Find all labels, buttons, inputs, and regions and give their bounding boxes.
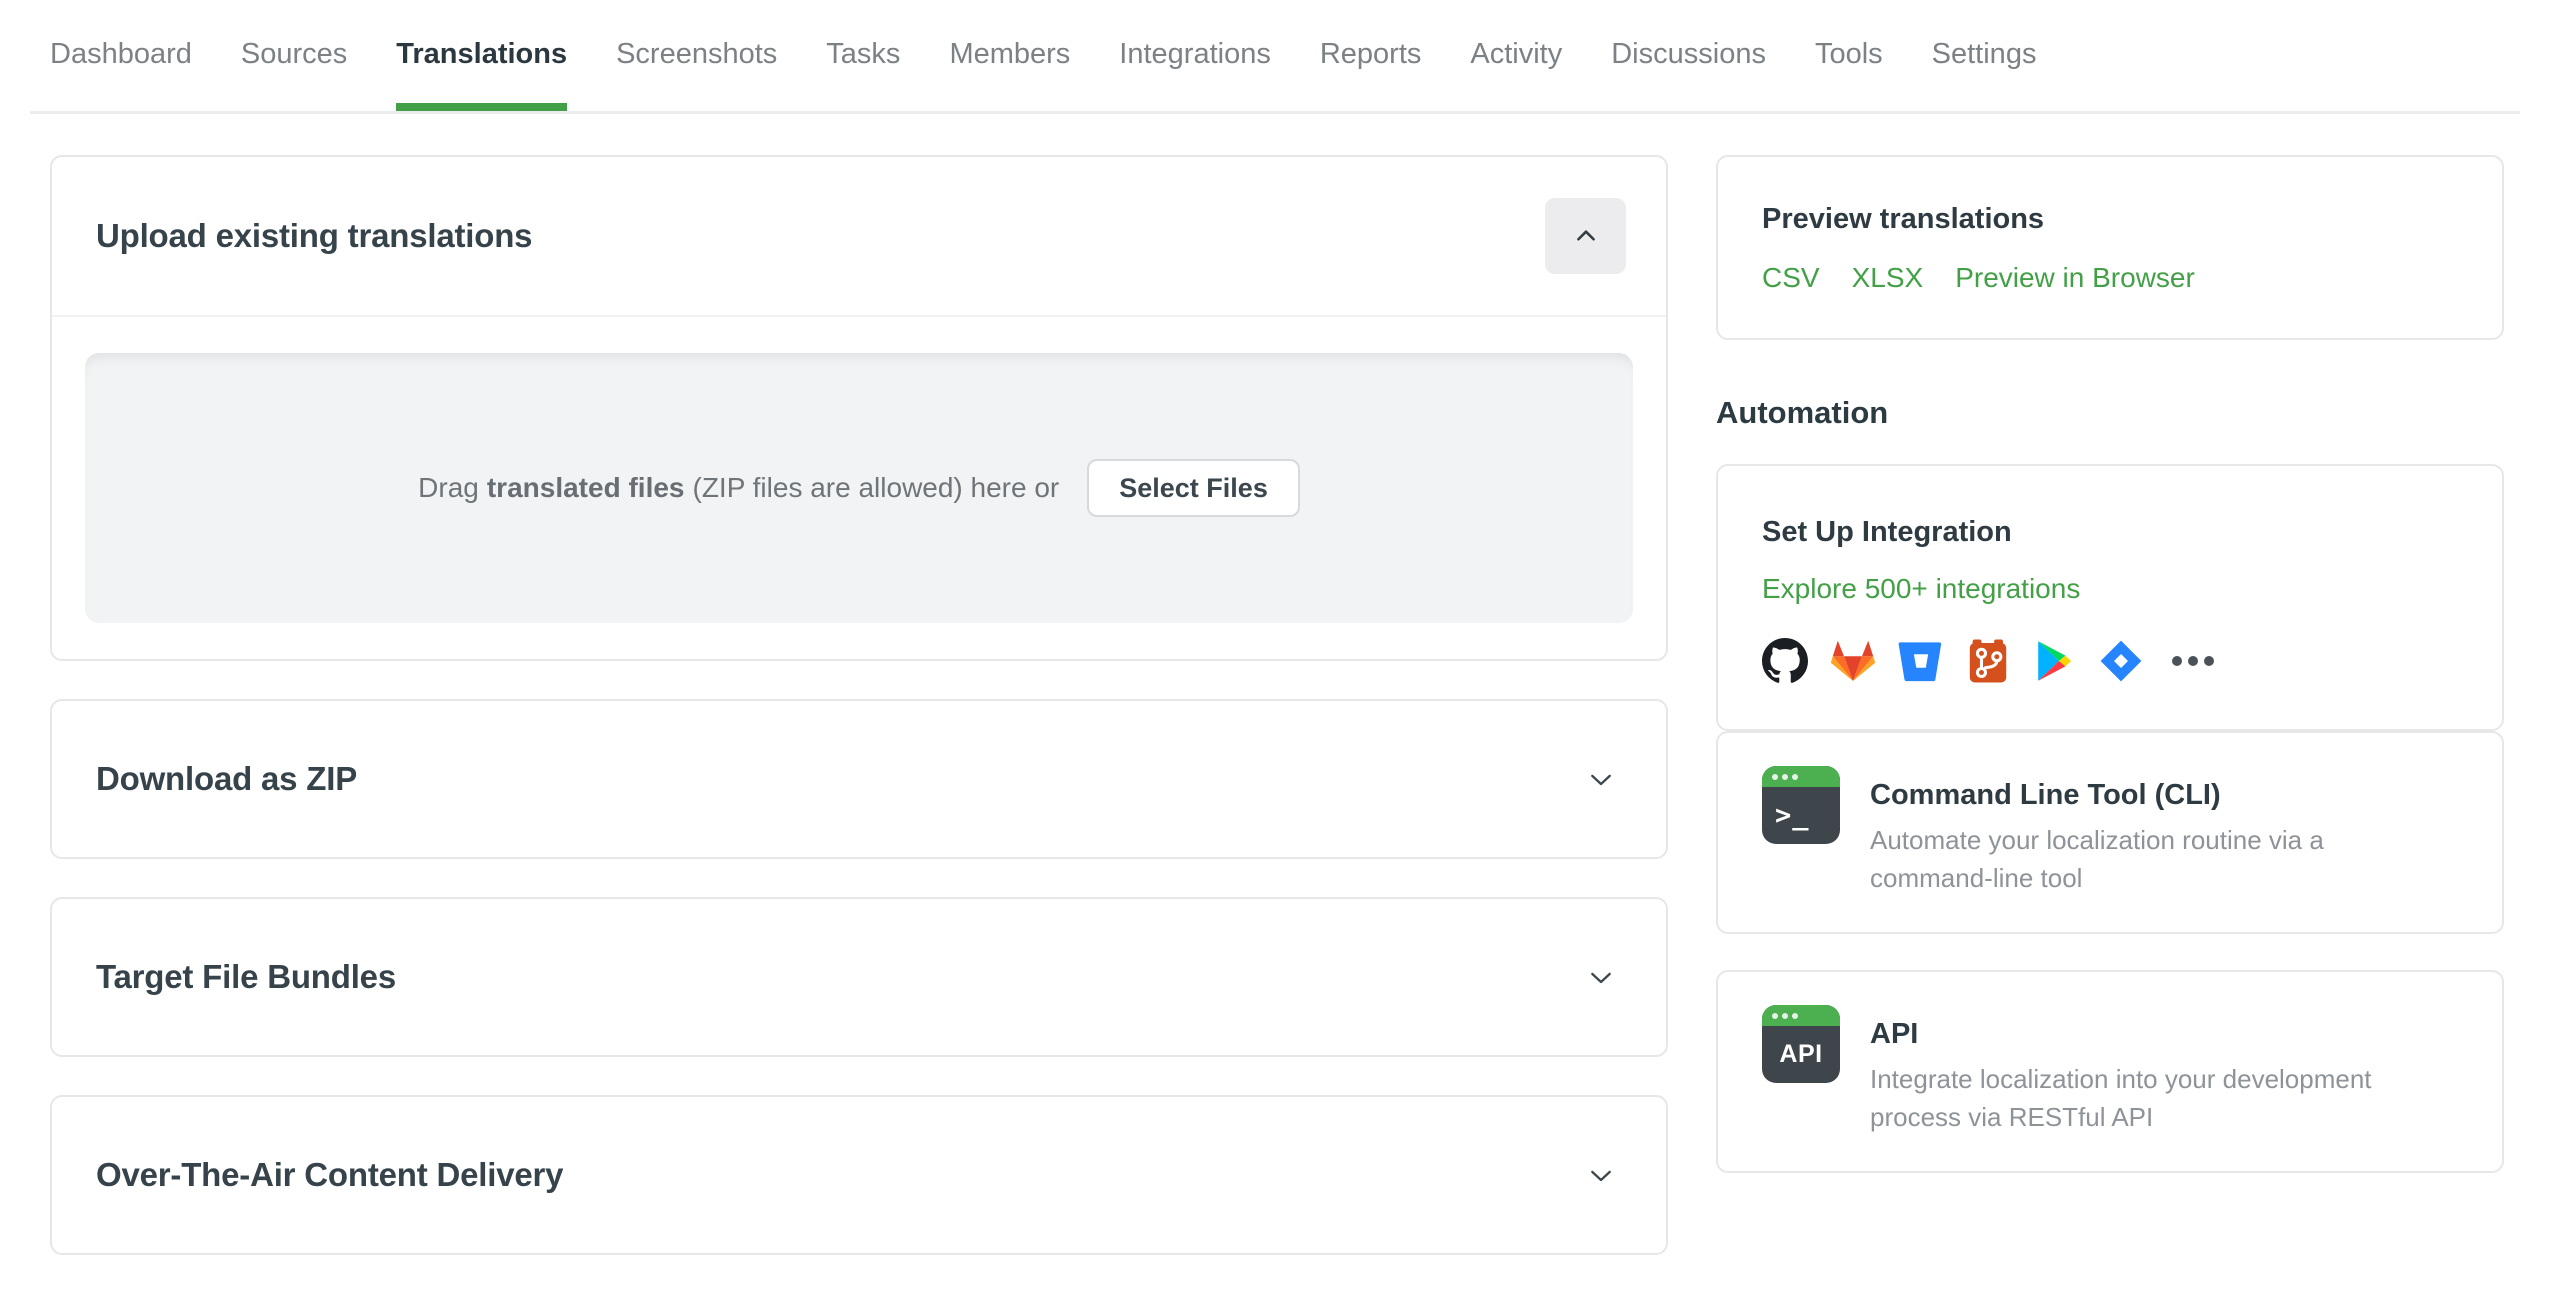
set-up-integration-card: Set Up Integration Explore 500+ integrat… <box>1716 464 2504 731</box>
tab-tools[interactable]: Tools <box>1815 38 1883 111</box>
terminal-icon: >_ <box>1762 766 1840 844</box>
chevron-down-icon[interactable] <box>1586 962 1616 992</box>
more-icon[interactable] <box>2172 656 2214 666</box>
ota-content-delivery-title: Over-The-Air Content Delivery <box>96 1156 564 1193</box>
tab-translations[interactable]: Translations <box>396 38 567 111</box>
explore-integrations-link[interactable]: Explore 500+ integrations <box>1762 573 2080 605</box>
api-card-description: Integrate localization into your develop… <box>1870 1064 2372 1132</box>
tab-reports[interactable]: Reports <box>1320 38 1422 111</box>
terminal-icon-titlebar <box>1762 766 1840 787</box>
preview-translations-title: Preview translations <box>1762 203 2045 235</box>
download-as-zip-title: Download as ZIP <box>96 760 358 797</box>
tab-activity[interactable]: Activity <box>1470 38 1562 111</box>
upload-translations-panel: Upload existing translations Drag transla… <box>50 155 1668 661</box>
jira-icon[interactable] <box>2097 637 2145 685</box>
preview-links: CSV XLSX Preview in Browser <box>1762 262 2458 294</box>
tab-discussions[interactable]: Discussions <box>1611 38 1766 111</box>
collapse-upload-button[interactable] <box>1545 198 1626 274</box>
preview-in-browser-link[interactable]: Preview in Browser <box>1955 262 2195 294</box>
tab-screenshots[interactable]: Screenshots <box>616 38 777 111</box>
bitbucket-icon[interactable] <box>1898 638 1944 684</box>
tab-integrations[interactable]: Integrations <box>1119 38 1271 111</box>
cli-card-description: Automate your localization routine via a… <box>1870 825 2324 893</box>
terminal-icon-prompt: >_ <box>1775 800 1810 831</box>
tab-sources[interactable]: Sources <box>241 38 347 111</box>
api-card[interactable]: API API Integrate localization into your… <box>1716 970 2504 1173</box>
api-icon: API <box>1762 1005 1840 1083</box>
google-play-icon[interactable] <box>2032 639 2076 683</box>
chevron-down-icon[interactable] <box>1586 1160 1616 1190</box>
tab-dashboard[interactable]: Dashboard <box>50 38 192 111</box>
preview-xlsx-link[interactable]: XLSX <box>1852 262 1924 294</box>
automation-heading: Automation <box>1716 395 1889 430</box>
tab-tasks[interactable]: Tasks <box>826 38 900 111</box>
upload-panel-title: Upload existing translations <box>96 217 533 254</box>
target-file-bundles-panel[interactable]: Target File Bundles <box>50 897 1668 1057</box>
api-icon-titlebar <box>1762 1005 1840 1026</box>
preview-translations-card: Preview translations CSV XLSX Preview in… <box>1716 155 2504 340</box>
dropzone-hint-bold: translated files <box>486 472 685 503</box>
ota-content-delivery-panel[interactable]: Over-The-Air Content Delivery <box>50 1095 1668 1255</box>
github-icon[interactable] <box>1762 638 1808 684</box>
tab-settings[interactable]: Settings <box>1932 38 2037 111</box>
integration-icons-row <box>1762 637 2458 685</box>
api-card-title: API <box>1870 1018 1919 1050</box>
select-files-button[interactable]: Select Files <box>1087 459 1300 517</box>
target-file-bundles-title: Target File Bundles <box>96 958 396 995</box>
file-dropzone[interactable]: Drag translated files (ZIP files are allow… <box>85 353 1633 623</box>
tab-members[interactable]: Members <box>949 38 1070 111</box>
set-up-integration-title: Set Up Integration <box>1762 516 2012 548</box>
upload-panel-body: Drag translated files (ZIP files are allow… <box>52 317 1666 659</box>
chevron-up-icon <box>1573 223 1599 249</box>
cli-card-title: Command Line Tool (CLI) <box>1870 779 2221 811</box>
download-as-zip-panel[interactable]: Download as ZIP <box>50 699 1668 859</box>
top-nav: Dashboard Sources Translations Screensho… <box>30 0 2520 114</box>
api-card-text: API Integrate localization into your dev… <box>1870 1005 2372 1136</box>
upload-panel-header: Upload existing translations <box>52 157 1666 317</box>
gitlab-icon[interactable] <box>1829 637 1877 685</box>
cli-card-text: Command Line Tool (CLI) Automate your lo… <box>1870 766 2324 897</box>
dropzone-hint: Drag translated files (ZIP files are allow… <box>418 472 1060 503</box>
api-icon-label: API <box>1779 1040 1823 1068</box>
git-icon[interactable] <box>1965 638 2011 684</box>
page-content: Upload existing translations Drag transla… <box>0 114 2550 1293</box>
chevron-down-icon[interactable] <box>1586 764 1616 794</box>
main-column: Upload existing translations Drag transla… <box>50 155 1668 1293</box>
preview-csv-link[interactable]: CSV <box>1762 262 1820 294</box>
cli-card[interactable]: >_ Command Line Tool (CLI) Automate your… <box>1716 731 2504 934</box>
sidebar: Preview translations CSV XLSX Preview in… <box>1716 155 2504 1173</box>
project-tabs: Dashboard Sources Translations Screensho… <box>30 0 2520 111</box>
